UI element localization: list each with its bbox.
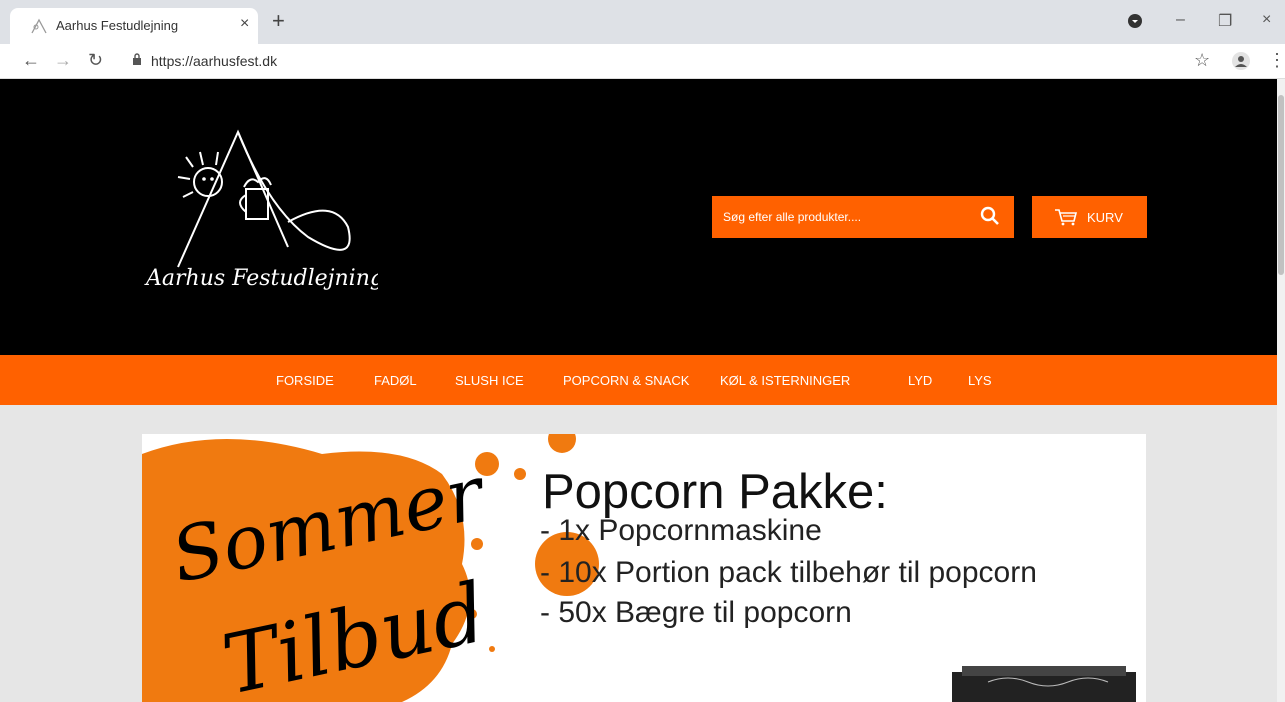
scrollbar-thumb[interactable] (1278, 95, 1284, 275)
minimize-button[interactable]: – (1176, 11, 1185, 29)
nav-item-lys[interactable]: LYS (968, 373, 992, 388)
back-arrow-icon[interactable]: ← (22, 50, 40, 71)
site-header: Aarhus Festudlejning Søg efter alle prod… (0, 79, 1280, 355)
banner-line: - 1x Popcornmaskine (540, 514, 822, 547)
tab-title: Aarhus Festudlejning (56, 18, 179, 33)
popcorn-machine-image (952, 666, 1136, 702)
browser-tabstrip: Aarhus Festudlejning × + – ❐ × (0, 0, 1285, 44)
search-placeholder: Søg efter alle produkter.... (723, 210, 862, 224)
restore-button[interactable]: ❐ (1218, 11, 1232, 31)
banner-line: - 10x Portion pack tilbehør til popcorn (540, 556, 1037, 589)
cart-label: KURV (1087, 210, 1123, 225)
promo-banner[interactable]: Sommer Tilbud Popcorn Pakke: - 1x Popcor… (142, 434, 1146, 702)
nav-item-kol-isterninger[interactable]: KØL & ISTERNINGER (720, 373, 850, 388)
page-scrollbar[interactable] (1277, 79, 1285, 702)
search-input[interactable]: Søg efter alle produkter.... (712, 196, 1014, 238)
nav-item-fadol[interactable]: FADØL (374, 373, 417, 388)
lock-icon (133, 53, 141, 65)
browser-toolbar: ← → ↻ https://aarhusfest.dk ☆ ⋮ (0, 44, 1285, 79)
cart-button[interactable]: KURV (1032, 196, 1147, 238)
forward-arrow-icon[interactable]: → (54, 50, 72, 71)
banner-headline: Popcorn Pakke: (542, 465, 888, 519)
window-close-button[interactable]: × (1262, 11, 1271, 29)
main-nav: FORSIDE FADØL SLUSH ICE POPCORN & SNACK … (0, 355, 1280, 405)
search-icon[interactable] (980, 206, 1000, 226)
bookmark-star-icon[interactable]: ☆ (1194, 50, 1210, 71)
reload-icon[interactable]: ↻ (88, 50, 103, 71)
browser-menu-icon[interactable]: ⋮ (1268, 50, 1285, 71)
site-favicon-icon (31, 18, 47, 34)
logo-text: Aarhus Festudlejning (144, 266, 378, 291)
site-logo[interactable]: Aarhus Festudlejning (138, 127, 378, 302)
nav-item-lyd[interactable]: LYD (908, 373, 932, 388)
cart-icon (1055, 209, 1078, 226)
profile-dropdown-icon[interactable] (1128, 14, 1142, 28)
nav-item-slush-ice[interactable]: SLUSH ICE (455, 373, 524, 388)
nav-item-forside[interactable]: FORSIDE (276, 373, 334, 388)
browser-tab[interactable]: Aarhus Festudlejning × (10, 8, 258, 44)
tab-close-icon[interactable]: × (240, 15, 249, 33)
nav-item-popcorn-snack[interactable]: POPCORN & SNACK (563, 373, 689, 388)
account-avatar-icon[interactable] (1232, 52, 1250, 70)
address-bar[interactable]: https://aarhusfest.dk (151, 53, 277, 69)
new-tab-button[interactable]: + (272, 10, 285, 32)
banner-line: - 50x Bægre til popcorn (540, 596, 852, 629)
